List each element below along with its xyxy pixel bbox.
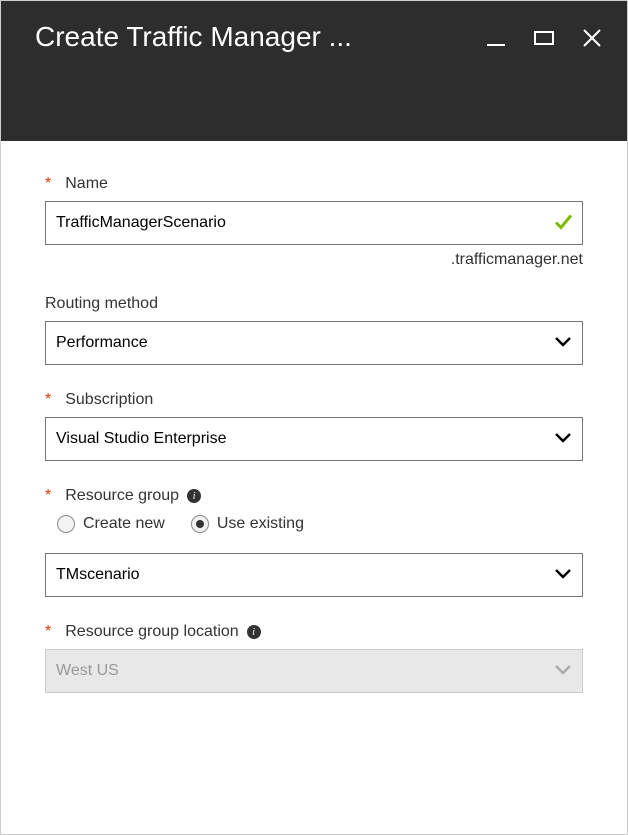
location-label: * Resource group location i [45,623,583,641]
chevron-down-icon [554,662,572,680]
routing-label-text: Routing method [45,295,158,313]
resource-group-label: * Resource group i [45,487,583,505]
resource-group-label-text: Resource group [65,487,179,505]
info-icon[interactable]: i [187,489,201,503]
required-indicator: * [45,623,51,641]
chevron-down-icon [554,566,572,584]
window-title: Create Traffic Manager ... [35,21,465,53]
chevron-down-icon [554,334,572,352]
location-label-text: Resource group location [65,623,238,641]
routing-method-select[interactable]: Performance [45,321,583,365]
routing-value: Performance [56,334,148,352]
required-indicator: * [45,487,51,505]
name-suffix: .trafficmanager.net [45,251,583,269]
close-icon[interactable] [581,27,603,49]
radio-icon [57,515,75,533]
use-existing-label: Use existing [217,515,304,533]
subscription-label-text: Subscription [65,391,153,409]
window-controls [485,27,603,49]
location-select: West US [45,649,583,693]
resource-group-value: TMscenario [56,566,140,584]
info-icon[interactable]: i [247,625,261,639]
resource-group-radio-group: Create new Use existing [57,515,583,533]
resource-group-select[interactable]: TMscenario [45,553,583,597]
required-indicator: * [45,391,51,409]
subscription-label: * Subscription [45,391,583,409]
routing-label: Routing method [45,295,583,313]
create-new-radio[interactable]: Create new [57,515,165,533]
use-existing-radio[interactable]: Use existing [191,515,304,533]
location-value: West US [56,662,119,680]
required-indicator: * [45,175,51,193]
chevron-down-icon [554,430,572,448]
name-input[interactable] [45,201,583,245]
create-new-label: Create new [83,515,165,533]
window-header: Create Traffic Manager ... [1,1,627,141]
maximize-icon[interactable] [533,27,555,49]
radio-icon [191,515,209,533]
subscription-select[interactable]: Visual Studio Enterprise [45,417,583,461]
name-label: * Name [45,175,583,193]
minimize-icon[interactable] [485,27,507,49]
checkmark-icon [553,212,573,235]
subscription-value: Visual Studio Enterprise [56,430,226,448]
form-body: * Name .trafficmanager.net Routing metho… [1,141,627,693]
name-label-text: Name [65,175,108,193]
